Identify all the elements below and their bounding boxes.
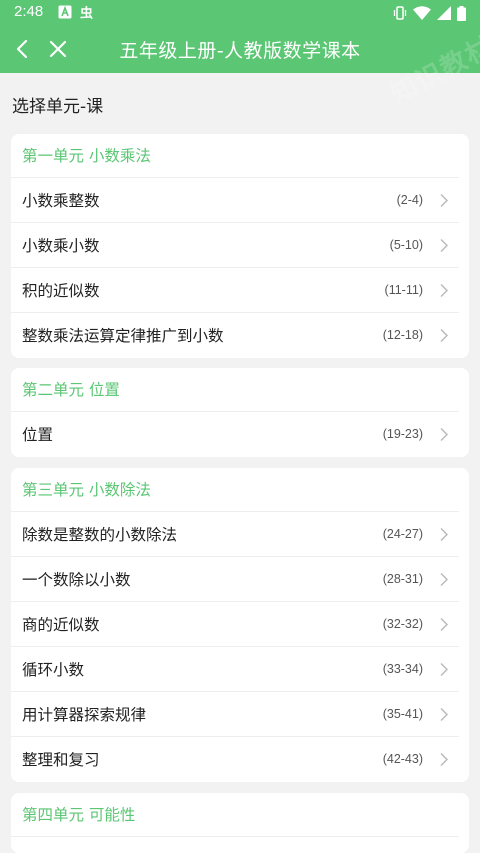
unit-title: 第三单元 小数除法 [11, 468, 459, 512]
a-notification-icon [58, 5, 72, 19]
app-bar: 五年级上册-人教版数学课本 知识教材 [0, 26, 480, 110]
chevron-right-icon [440, 708, 448, 721]
lesson-label: 一个数除以小数 [22, 571, 131, 589]
unit-card: 第三单元 小数除法除数是整数的小数除法 (24-27) 一个数除以小数 (28-31)… [11, 468, 469, 782]
lesson-row[interactable]: 一个数除以小数 (28-31) [11, 557, 459, 602]
page-title: 五年级上册-人教版数学课本 [119, 40, 361, 62]
chevron-right-icon [440, 573, 448, 586]
lesson-row[interactable]: 除数是整数的小数除法 (24-27) [11, 512, 459, 557]
lesson-row[interactable]: 循环小数 (33-34) [11, 647, 459, 692]
chevron-right-icon [440, 239, 448, 252]
svg-text:虫: 虫 [80, 6, 93, 20]
lesson-label: 整数乘法运算定律推广到小数 [22, 327, 224, 345]
bug-notification-icon: 虫 [80, 6, 93, 20]
unit-card: 第四单元 可能性 [11, 793, 469, 853]
page-range: (11-11) [384, 283, 423, 297]
page-range: (32-32) [382, 617, 423, 631]
chevron-right-icon [440, 528, 448, 541]
chevron-right-icon [440, 753, 448, 766]
unit-card: 第二单元 位置位置 (19-23) [11, 368, 469, 457]
lesson-row[interactable]: 商的近似数 (32-32) [11, 602, 459, 647]
unit-card: 第一单元 小数乘法小数乘整数 (2-4) 小数乘小数 (5-10) 积的近似数 (11-1… [11, 134, 469, 358]
unit-title: 第四单元 可能性 [11, 793, 459, 837]
status-time: 2:48 [14, 3, 44, 20]
wifi-icon [413, 6, 431, 20]
lesson-label: 循环小数 [22, 661, 85, 679]
lesson-label: 用计算器探索规律 [22, 706, 147, 724]
signal-icon [437, 6, 451, 20]
lesson-row[interactable]: 小数乘小数 (5-10) [11, 223, 459, 268]
page-range: (24-27) [382, 527, 423, 541]
lesson-row[interactable]: 整理和复习 (42-43) [11, 737, 459, 782]
page-range: (5-10) [389, 238, 423, 252]
unit-title: 第二单元 位置 [11, 368, 459, 412]
lesson-label: 除数是整数的小数除法 [22, 526, 178, 544]
lesson-label: 积的近似数 [22, 282, 100, 300]
lesson-label: 小数乘整数 [22, 192, 100, 210]
lesson-label: 商的近似数 [22, 616, 100, 634]
chevron-right-icon [440, 428, 448, 441]
chevron-right-icon [440, 329, 448, 342]
status-bar: 2:48 虫 [0, 0, 480, 26]
lesson-row[interactable]: 积的近似数 (11-11) [11, 268, 459, 313]
lesson-label: 整理和复习 [22, 751, 100, 769]
lesson-label: 位置 [22, 426, 54, 444]
page-range: (42-43) [382, 752, 423, 766]
page-range: (35-41) [382, 707, 423, 721]
page-range: (2-4) [396, 193, 423, 207]
unit-title: 第一单元 小数乘法 [11, 134, 459, 178]
chevron-right-icon [440, 284, 448, 297]
vibrate-icon [393, 6, 407, 20]
page-range: (12-18) [382, 328, 423, 342]
lesson-label: 小数乘小数 [22, 237, 100, 255]
chevron-right-icon [440, 663, 448, 676]
lesson-row[interactable]: 整数乘法运算定律推广到小数 (12-18) [11, 313, 459, 358]
page-range: (19-23) [382, 427, 423, 441]
chevron-right-icon [440, 618, 448, 631]
lesson-row[interactable]: 用计算器探索规律 (35-41) [11, 692, 459, 737]
lesson-row[interactable]: 小数乘整数 (2-4) [11, 178, 459, 223]
chevron-right-icon [440, 194, 448, 207]
status-icons [393, 5, 466, 21]
lesson-row[interactable]: 位置 (19-23) [11, 412, 459, 457]
page-range: (33-34) [382, 662, 423, 676]
page-range: (28-31) [382, 572, 423, 586]
section-heading: 选择单元-课 [12, 97, 104, 117]
battery-icon [457, 5, 466, 21]
